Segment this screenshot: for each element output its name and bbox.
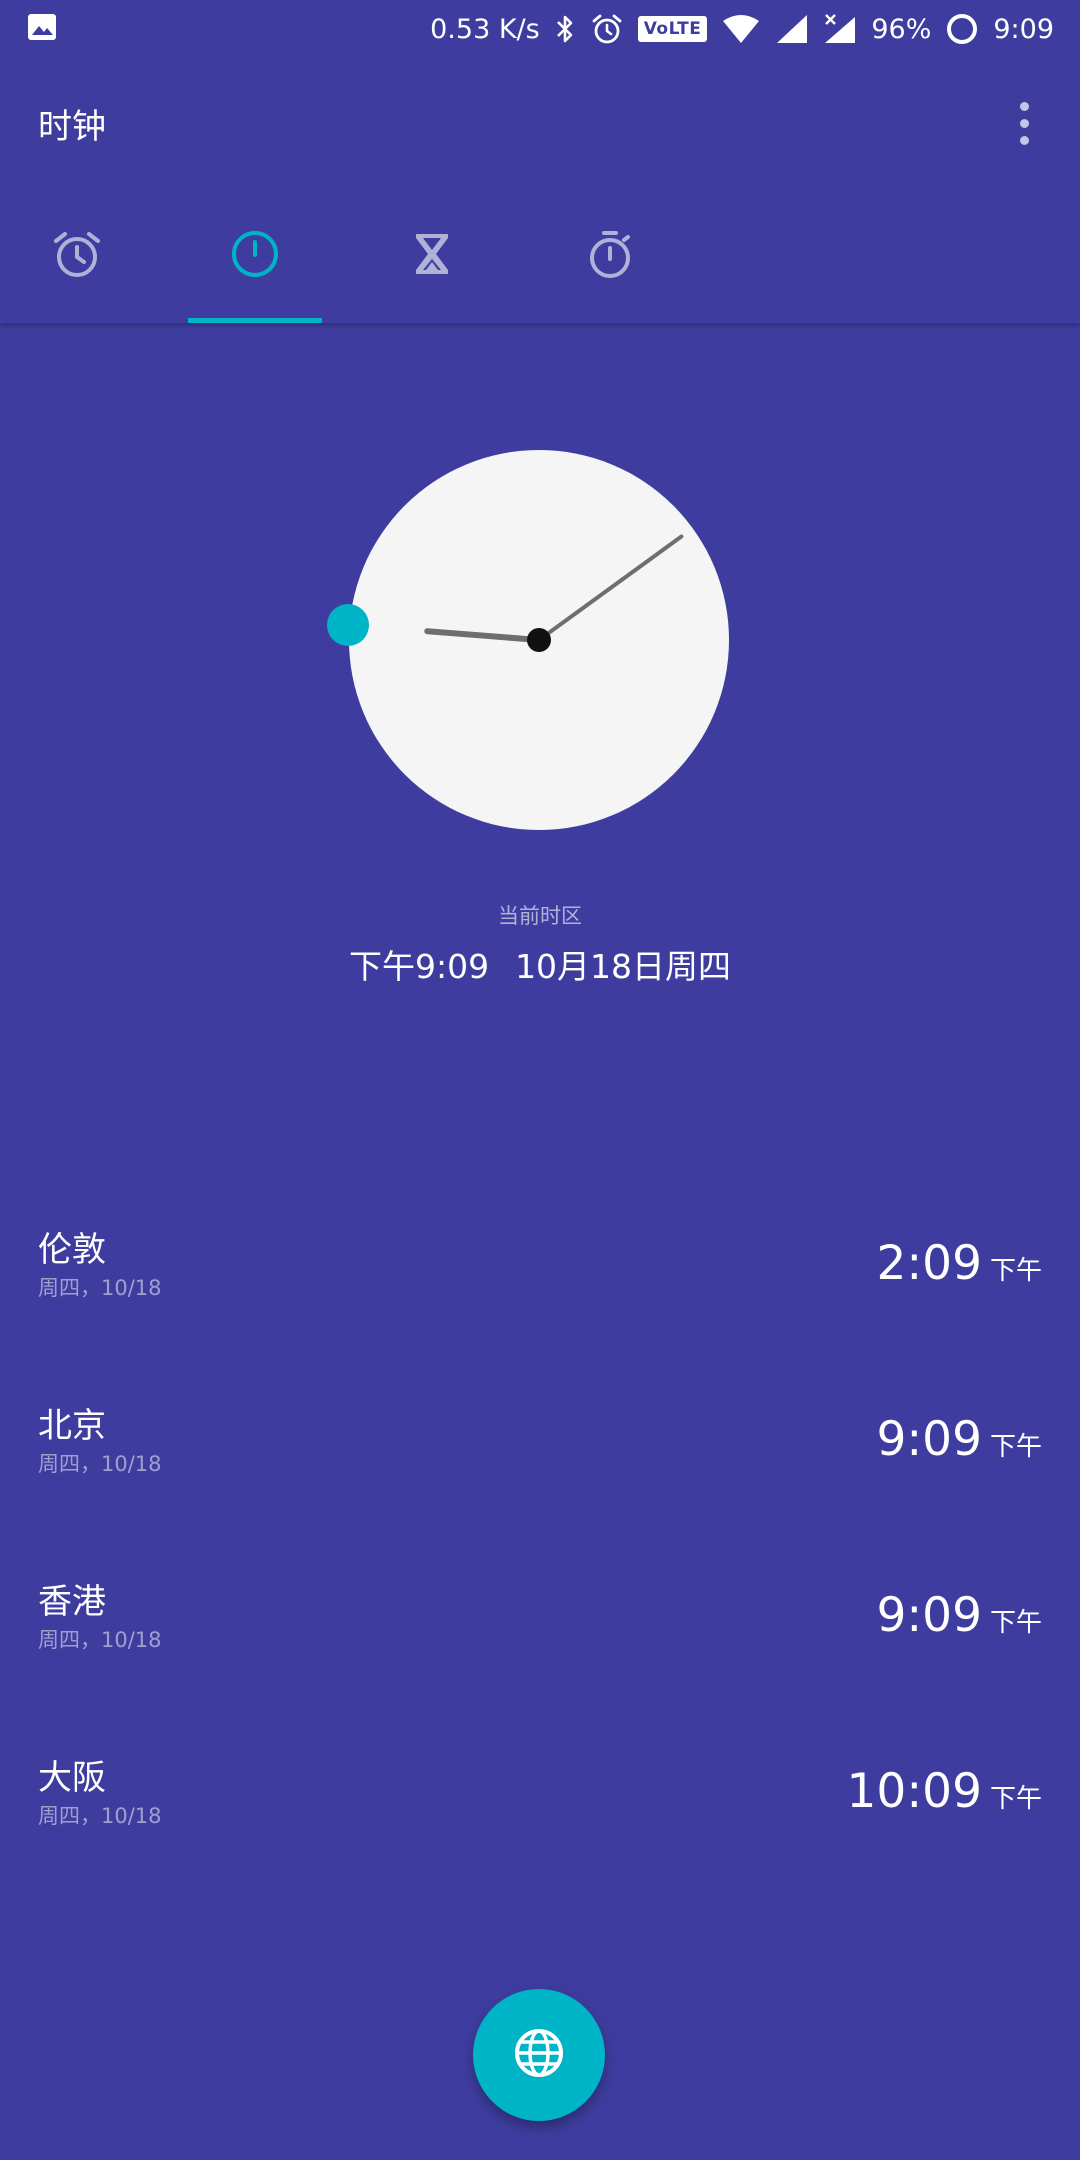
globe-icon <box>512 2026 566 2084</box>
city-name: 北京 <box>38 1406 106 1446</box>
current-date: 10月18日周四 <box>515 947 732 986</box>
city-row[interactable]: 伦敦 周四，10/18 2:09 下午 <box>0 1178 1080 1354</box>
city-date: 周四，10/18 <box>38 1452 162 1476</box>
city-date: 周四，10/18 <box>38 1804 162 1828</box>
city-list: 伦敦 周四，10/18 2:09 下午 北京 周四，10/18 9:09 下午 … <box>0 1178 1080 1882</box>
city-row[interactable]: 大阪 周四，10/18 10:09 下午 <box>0 1706 1080 1882</box>
city-row[interactable]: 香港 周四，10/18 9:09 下午 <box>0 1530 1080 1706</box>
city-name: 香港 <box>38 1582 106 1622</box>
current-time: 下午9:09 <box>348 947 490 986</box>
city-name: 伦敦 <box>38 1230 106 1270</box>
city-time-group: 9:09 下午 <box>876 1588 1042 1643</box>
city-ampm: 下午 <box>989 1608 1042 1638</box>
city-ampm: 下午 <box>989 1256 1042 1286</box>
city-time-group: 10:09 下午 <box>847 1764 1042 1819</box>
city-time: 10:09 <box>846 1764 982 1819</box>
city-row[interactable]: 北京 周四，10/18 9:09 下午 <box>0 1354 1080 1530</box>
city-ampm: 下午 <box>989 1784 1042 1814</box>
second-indicator-dot <box>327 604 369 646</box>
city-name: 大阪 <box>38 1758 106 1798</box>
current-time-row: 下午9:09 10月18日周四 <box>0 940 1080 988</box>
city-date: 周四，10/18 <box>38 1276 162 1300</box>
city-time: 2:09 <box>876 1236 982 1291</box>
city-time: 9:09 <box>876 1412 982 1467</box>
city-ampm: 下午 <box>989 1432 1042 1462</box>
city-time-group: 9:09 下午 <box>876 1412 1042 1467</box>
current-timezone-label: 当前时区 <box>498 904 582 928</box>
second-indicator-layer <box>327 604 369 646</box>
city-date: 周四，10/18 <box>38 1628 162 1652</box>
city-time: 9:09 <box>876 1588 982 1643</box>
city-time-group: 2:09 下午 <box>876 1236 1042 1291</box>
add-city-button[interactable] <box>473 1989 605 2121</box>
